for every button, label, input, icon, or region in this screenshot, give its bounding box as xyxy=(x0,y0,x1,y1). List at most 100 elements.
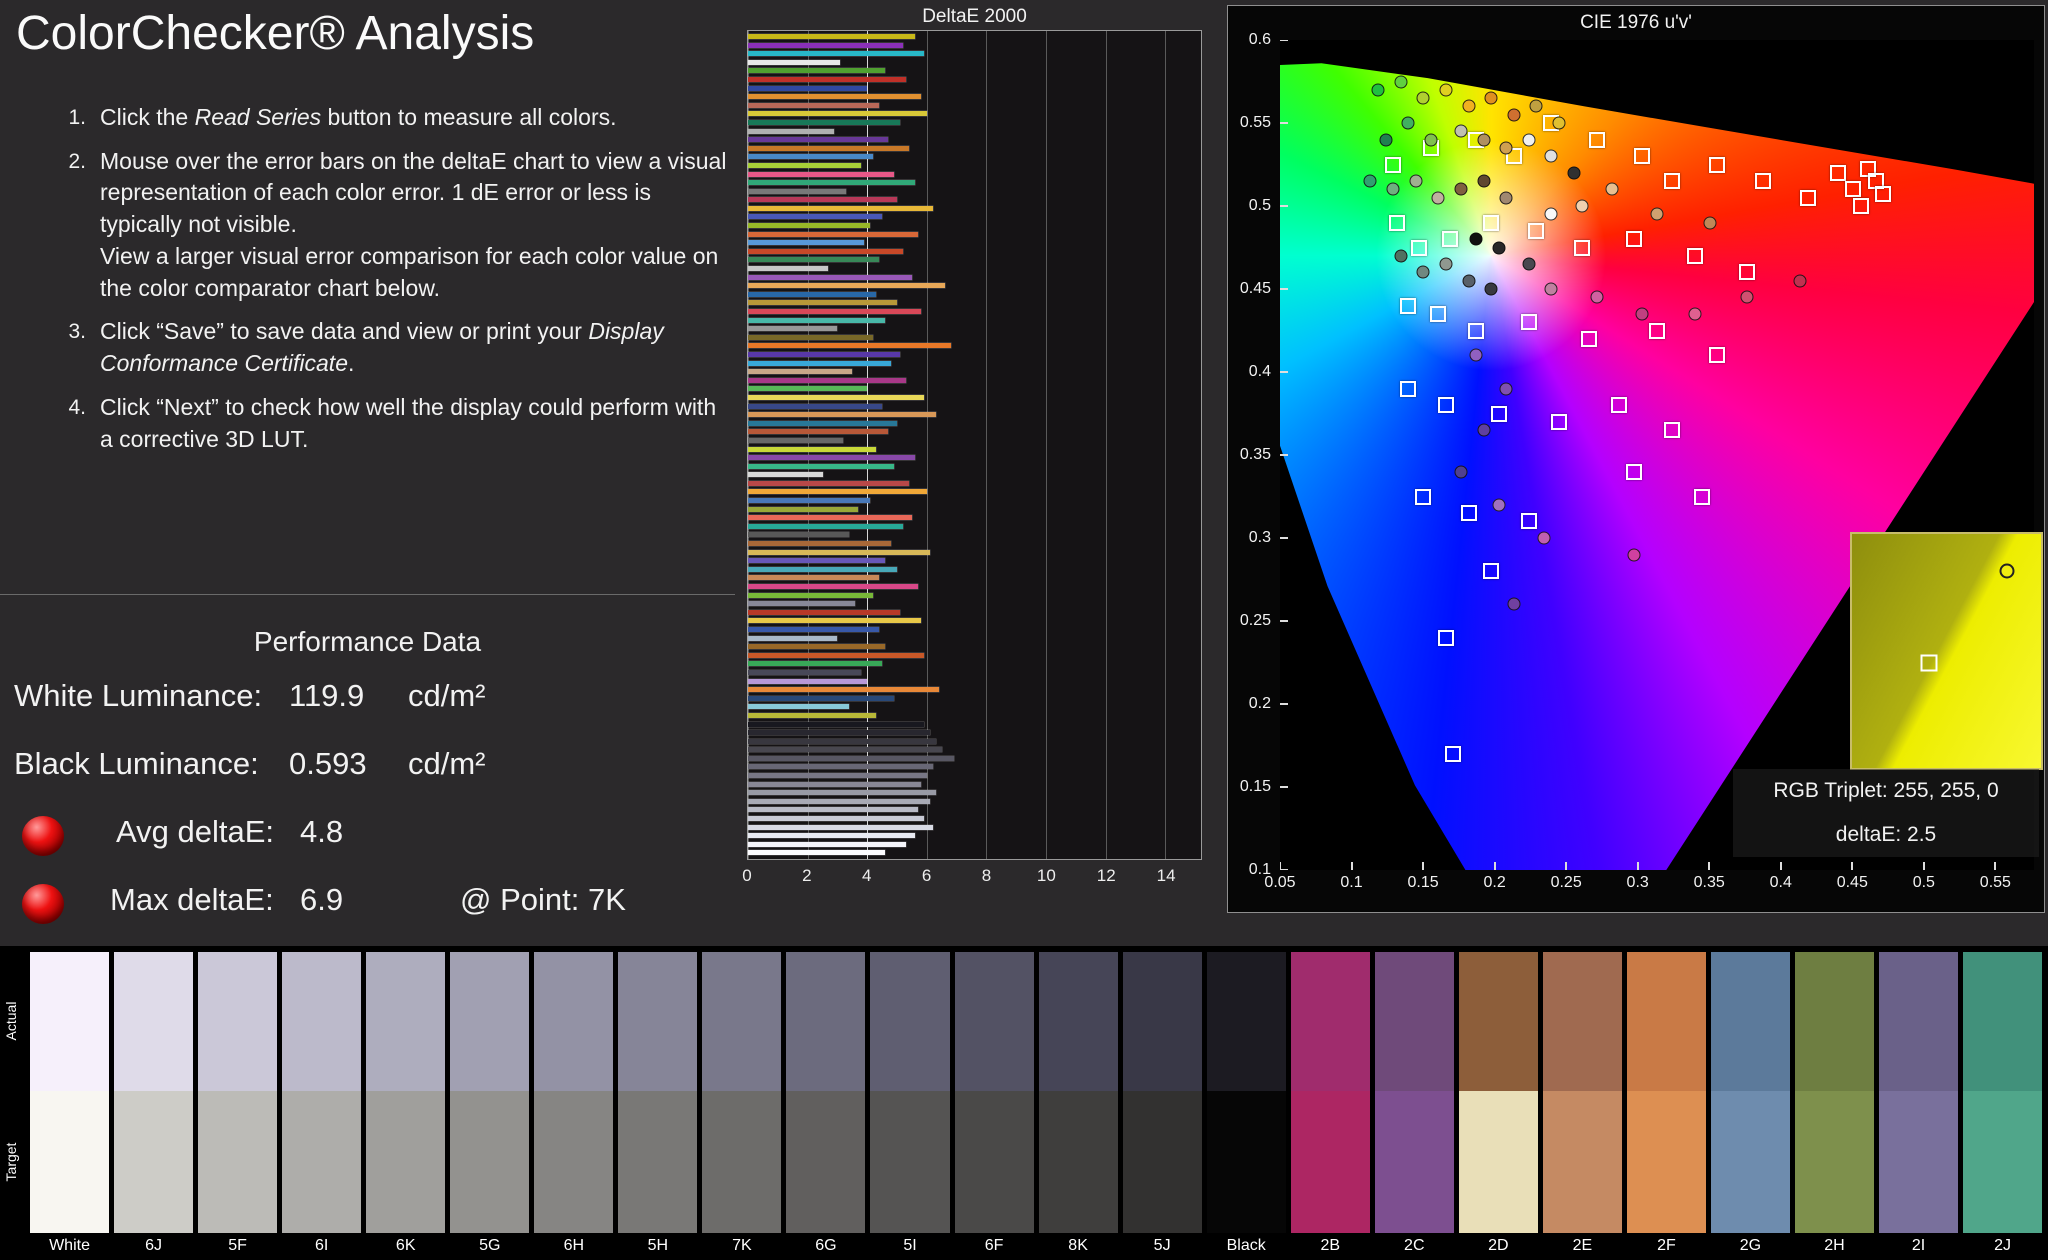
delta-error-bar[interactable] xyxy=(748,274,912,280)
delta-error-bar[interactable] xyxy=(748,343,951,349)
cie-measured-marker xyxy=(1507,108,1521,122)
delta-error-bar[interactable] xyxy=(748,420,897,426)
delta-error-bar[interactable] xyxy=(748,59,841,65)
axis-tick-label: 2 xyxy=(802,866,812,885)
delta-error-bar[interactable] xyxy=(748,747,942,753)
delta-error-bar[interactable] xyxy=(748,807,918,813)
delta-error-bar[interactable] xyxy=(748,119,900,125)
delta-error-bar[interactable] xyxy=(748,850,886,856)
delta-error-bar[interactable] xyxy=(748,618,921,624)
delta-error-bar[interactable] xyxy=(748,472,823,478)
delta-error-bar[interactable] xyxy=(748,429,889,435)
delta-error-bar[interactable] xyxy=(748,51,924,57)
delta-error-bar[interactable] xyxy=(748,730,930,736)
delta-error-bar[interactable] xyxy=(748,798,930,804)
delta-error-bar[interactable] xyxy=(748,687,939,693)
delta-error-bar[interactable] xyxy=(748,291,877,297)
delta-error-bar[interactable] xyxy=(748,463,895,469)
delta-error-bar[interactable] xyxy=(748,816,924,822)
delta-error-bar[interactable] xyxy=(748,498,871,504)
delta-error-bar[interactable] xyxy=(748,644,886,650)
delta-error-bar[interactable] xyxy=(748,42,903,48)
delta-error-bar[interactable] xyxy=(748,790,936,796)
delta-error-bar[interactable] xyxy=(748,300,897,306)
delta-error-bar[interactable] xyxy=(748,566,897,572)
delta-error-bar[interactable] xyxy=(748,669,862,675)
delta-error-bar[interactable] xyxy=(748,326,838,332)
delta-error-bar[interactable] xyxy=(748,240,865,246)
delta-error-bar[interactable] xyxy=(748,833,915,839)
delta-error-bar[interactable] xyxy=(748,34,915,39)
delta-error-bar[interactable] xyxy=(748,180,915,186)
delta-error-bar[interactable] xyxy=(748,549,930,555)
delta-error-bar[interactable] xyxy=(748,764,933,770)
delta-error-bar[interactable] xyxy=(748,480,909,486)
delta-error-bar[interactable] xyxy=(748,223,871,229)
delta-error-bar[interactable] xyxy=(748,412,936,418)
delta-error-bar[interactable] xyxy=(748,369,853,375)
delta-error-bar[interactable] xyxy=(748,609,900,615)
delta-error-bar[interactable] xyxy=(748,145,909,151)
axis-tick-label: 0.35 xyxy=(1693,874,1725,891)
delta-error-bar[interactable] xyxy=(748,695,895,701)
delta-error-bar[interactable] xyxy=(748,188,847,194)
delta-error-bar[interactable] xyxy=(748,197,897,203)
delta-error-bar[interactable] xyxy=(748,738,936,744)
delta-error-bar[interactable] xyxy=(748,377,906,383)
delta-error-bar[interactable] xyxy=(748,394,924,400)
delta-error-bar[interactable] xyxy=(748,334,874,340)
delta-error-bar[interactable] xyxy=(748,231,918,237)
instruction-item: 3. Click “Save” to save data and view or … xyxy=(52,316,728,379)
delta-error-bar[interactable] xyxy=(748,137,889,143)
delta-error-bar[interactable] xyxy=(748,558,886,564)
delta-error-bar[interactable] xyxy=(748,257,880,263)
delta-error-bar[interactable] xyxy=(748,841,906,847)
delta-error-bar[interactable] xyxy=(748,446,877,452)
delta-error-bar[interactable] xyxy=(748,128,835,134)
delta-error-bar[interactable] xyxy=(748,111,927,117)
delta-error-bar[interactable] xyxy=(748,592,874,598)
delta-error-bar[interactable] xyxy=(748,489,927,495)
delta-error-bar[interactable] xyxy=(748,652,924,658)
delta-error-bar[interactable] xyxy=(748,704,850,710)
delta-error-bar[interactable] xyxy=(748,626,880,632)
delta-error-bar[interactable] xyxy=(748,205,933,211)
delta-error-bar[interactable] xyxy=(748,154,874,160)
delta-error-bar[interactable] xyxy=(748,317,886,323)
delta-error-bar[interactable] xyxy=(748,773,927,779)
delta-error-bar[interactable] xyxy=(748,541,892,547)
delta-error-bar[interactable] xyxy=(748,661,883,667)
delta-error-bar[interactable] xyxy=(748,755,954,761)
delta-error-bar[interactable] xyxy=(748,455,915,461)
delta-error-bar[interactable] xyxy=(748,635,838,641)
delta-error-bar[interactable] xyxy=(748,85,868,91)
delta-error-bar[interactable] xyxy=(748,575,880,581)
delta-error-bar[interactable] xyxy=(748,515,912,521)
delta-error-bar[interactable] xyxy=(748,248,903,254)
delta-error-bar[interactable] xyxy=(748,678,868,684)
delta-error-bar[interactable] xyxy=(748,283,945,289)
delta-error-bar[interactable] xyxy=(748,102,880,108)
delta-error-bar[interactable] xyxy=(748,712,877,718)
delta-error-bar[interactable] xyxy=(748,386,868,392)
delta-error-bar[interactable] xyxy=(748,403,883,409)
delta-error-bar[interactable] xyxy=(748,266,829,272)
delta-error-bar[interactable] xyxy=(748,721,924,727)
delta-error-bar[interactable] xyxy=(748,506,859,512)
delta-error-bar[interactable] xyxy=(748,214,883,220)
delta-error-bar[interactable] xyxy=(748,437,844,443)
delta-error-bar[interactable] xyxy=(748,523,903,529)
delta-error-bar[interactable] xyxy=(748,309,921,314)
delta-error-bar[interactable] xyxy=(748,68,886,74)
delta-error-bar[interactable] xyxy=(748,351,900,357)
delta-error-bar[interactable] xyxy=(748,532,850,538)
delta-error-bar[interactable] xyxy=(748,781,921,787)
delta-error-bar[interactable] xyxy=(748,94,921,100)
delta-error-bar[interactable] xyxy=(748,824,933,830)
delta-error-bar[interactable] xyxy=(748,584,918,589)
delta-error-bar[interactable] xyxy=(748,76,906,82)
delta-error-bar[interactable] xyxy=(748,601,856,607)
delta-error-bar[interactable] xyxy=(748,162,862,168)
delta-error-bar[interactable] xyxy=(748,171,895,177)
delta-error-bar[interactable] xyxy=(748,360,892,366)
